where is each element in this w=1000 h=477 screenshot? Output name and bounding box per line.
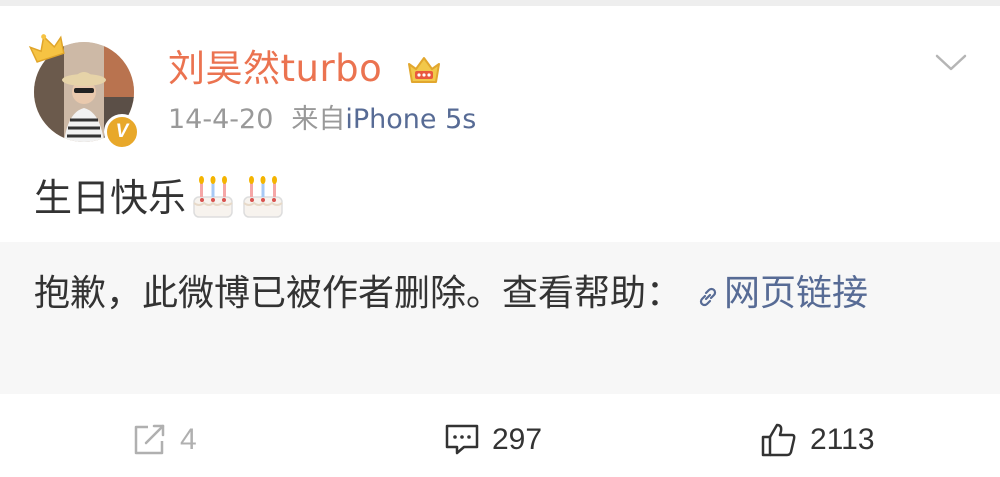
like-button[interactable]: 2113	[760, 420, 875, 460]
link-icon	[699, 287, 717, 307]
comment-count: 297	[492, 423, 543, 456]
chevron-down-icon[interactable]	[934, 52, 968, 74]
top-separator	[0, 0, 1000, 6]
help-link-label[interactable]: 网页链接	[724, 273, 868, 314]
crown-icon	[28, 34, 65, 63]
post-date: 14-4-20	[168, 104, 274, 135]
verified-badge-icon: V	[104, 114, 140, 150]
comment-icon	[445, 424, 479, 455]
cake-icon	[243, 176, 283, 218]
deleted-notice: 抱歉，此微博已被作者删除。查看帮助： 网页链接	[34, 266, 954, 322]
source-prefix: 来自	[291, 104, 346, 135]
thumbs-up-icon	[761, 423, 796, 457]
post-text: 生日快乐	[34, 176, 187, 220]
source-device[interactable]: iPhone 5s	[345, 104, 476, 135]
avatar-container[interactable]: V	[28, 30, 142, 150]
help-link[interactable]: 网页链接	[682, 273, 868, 314]
deleted-message: 抱歉，此微博已被作者删除。查看帮助：	[34, 273, 683, 314]
post-text-line: 生日快乐	[34, 170, 286, 226]
repost-count: 4	[180, 423, 197, 456]
post-meta: 14-4-20 来自iPhone 5s	[168, 102, 476, 138]
cake-icon	[193, 176, 233, 218]
vip-crown-icon[interactable]	[406, 54, 442, 86]
username[interactable]: 刘昊然turbo	[168, 46, 382, 92]
repost-button[interactable]: 4	[132, 420, 197, 460]
repost-icon	[134, 424, 165, 455]
like-count: 2113	[810, 423, 875, 456]
comment-button[interactable]: 297	[444, 420, 542, 460]
